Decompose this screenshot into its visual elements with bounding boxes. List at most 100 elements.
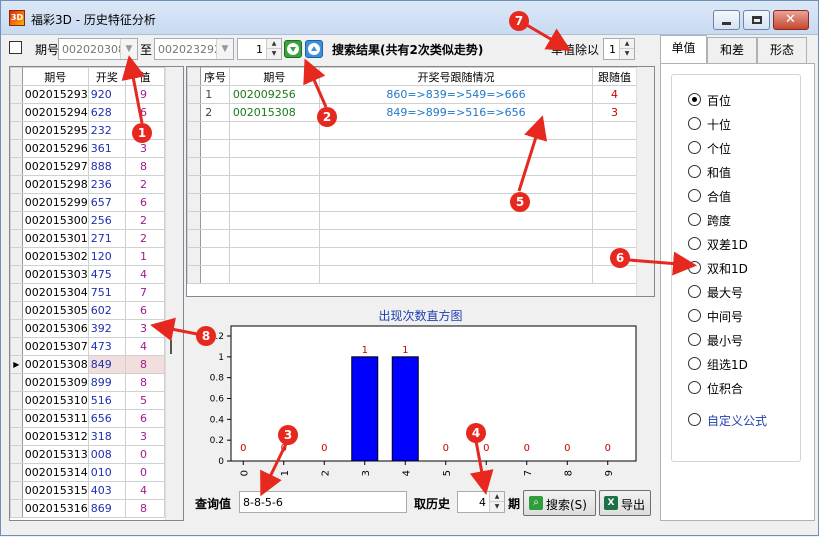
table-row[interactable]: ▶ 002015308 849 8 xyxy=(10,355,166,374)
table-row[interactable]: 002015316 869 8 xyxy=(10,499,166,518)
query-input[interactable]: 8-8-5-6 xyxy=(239,491,407,513)
draw-cell: 516 xyxy=(87,391,126,410)
radio-circle-icon[interactable] xyxy=(688,333,701,346)
table-row[interactable]: 002015314 010 0 xyxy=(10,463,166,482)
follow-cell: 849=>899=>516=>656 xyxy=(319,103,593,122)
table-row[interactable]: 002015303 475 4 xyxy=(10,265,166,284)
table-row[interactable]: 002015304 751 7 xyxy=(10,283,166,302)
divide-stepper[interactable]: 1 ▲ ▼ xyxy=(603,38,635,60)
annotation-8: 8 xyxy=(196,326,216,346)
tab-panel: 百位 十位 个位 和值 合值 跨度 双差1D 双和1D 最大号 中间号 最小号 组选1D 位积合 自定义公… xyxy=(660,63,815,521)
follow-value-cell: 4 xyxy=(591,85,638,104)
export-button[interactable]: X 导出 xyxy=(599,490,651,516)
maximize-button[interactable] xyxy=(743,10,770,30)
radio-circle-icon[interactable] xyxy=(688,93,701,106)
table-row[interactable]: 002015315 403 4 xyxy=(10,481,166,500)
chevron-down-icon[interactable]: ▼ xyxy=(120,39,137,59)
radio-circle-icon[interactable] xyxy=(688,189,701,202)
col-draw[interactable]: 开奖 xyxy=(87,67,126,86)
up-arrow-button[interactable] xyxy=(305,40,323,58)
table-row[interactable]: 002015313 008 0 xyxy=(10,445,166,464)
empty-cell xyxy=(319,121,593,140)
radio-circle-icon[interactable] xyxy=(688,165,701,178)
draw-cell: 361 xyxy=(87,139,126,158)
history-up-icon[interactable]: ▲ xyxy=(489,492,504,502)
result-row[interactable]: 2 002015308 849=>899=>516=>656 3 xyxy=(187,103,638,122)
close-button[interactable]: ✕ xyxy=(773,10,809,30)
title-bar[interactable]: 3D 福彩3D - 历史特征分析 ✕ xyxy=(1,1,818,35)
y-tick-label: 1 xyxy=(218,353,224,363)
draw-cell: 256 xyxy=(87,211,126,230)
table-row[interactable]: 002015309 899 8 xyxy=(10,373,166,392)
radio-label: 位积合 xyxy=(707,382,744,396)
table-row[interactable]: 002015300 256 2 xyxy=(10,211,166,230)
table-row[interactable]: 002015306 392 3 xyxy=(10,319,166,338)
tab-sum-diff[interactable]: 和差 xyxy=(707,37,757,63)
divide-up-icon[interactable]: ▲ xyxy=(619,39,634,49)
result-scrollbar[interactable] xyxy=(636,67,654,296)
tab-shape[interactable]: 形态 xyxy=(757,37,807,63)
chevron-down-icon[interactable]: ▼ xyxy=(216,39,233,59)
value-cell: 7 xyxy=(124,283,166,302)
table-row[interactable]: 002015294 628 6 xyxy=(10,103,166,122)
col-period[interactable]: 期号 xyxy=(21,67,89,86)
period-cell: 002015312 xyxy=(21,427,89,446)
arrow-up-icon xyxy=(308,43,320,55)
radio-circle-icon[interactable] xyxy=(688,309,701,322)
col-follow[interactable]: 开奖号跟随情况 xyxy=(319,67,593,86)
step-stepper[interactable]: 1 ▲ ▼ xyxy=(237,38,282,60)
to-period-combo[interactable]: 002023292 ▼ xyxy=(154,38,234,60)
table-row[interactable]: 002015298 236 2 xyxy=(10,175,166,194)
period-cell: 002015307 xyxy=(21,337,89,356)
down-arrow-button[interactable] xyxy=(284,40,302,58)
table-row[interactable]: 002015305 602 6 xyxy=(10,301,166,320)
history-scrollbar[interactable] xyxy=(165,67,183,520)
divide-down-icon[interactable]: ▼ xyxy=(619,49,634,59)
bar-value-label: 0 xyxy=(524,443,530,454)
value-cell: 6 xyxy=(124,103,166,122)
search-button[interactable]: ⌕ 搜索(S) xyxy=(523,490,596,516)
table-row[interactable]: 002015299 657 6 xyxy=(10,193,166,212)
radio-circle-icon[interactable] xyxy=(688,237,701,250)
table-row[interactable]: 002015312 318 3 xyxy=(10,427,166,446)
radio-circle-icon[interactable] xyxy=(688,213,701,226)
table-row[interactable]: 002015307 473 4 xyxy=(10,337,166,356)
radio-circle-icon[interactable] xyxy=(688,141,701,154)
radio-circle-icon[interactable] xyxy=(688,357,701,370)
period-cell: 002015310 xyxy=(21,391,89,410)
minimize-button[interactable] xyxy=(713,10,740,30)
scroll-thumb[interactable] xyxy=(170,340,172,354)
period-filter-checkbox[interactable] xyxy=(9,41,22,54)
radio-circle-icon[interactable] xyxy=(688,285,701,298)
table-row[interactable]: 002015293 920 9 xyxy=(10,85,166,104)
radio-circle-icon[interactable] xyxy=(688,117,701,130)
step-down-icon[interactable]: ▼ xyxy=(266,49,281,59)
table-row[interactable]: 002015310 516 5 xyxy=(10,391,166,410)
from-period-combo[interactable]: 002020308 ▼ xyxy=(58,38,138,60)
table-row[interactable]: 002015297 888 8 xyxy=(10,157,166,176)
result-row[interactable]: 1 002009256 860=>839=>549=>666 4 xyxy=(187,85,638,104)
table-row[interactable]: 002015301 271 2 xyxy=(10,229,166,248)
radio-label: 合值 xyxy=(707,190,732,204)
table-row[interactable]: 002015311 656 6 xyxy=(10,409,166,428)
col-follow-value[interactable]: 跟随值 xyxy=(591,67,638,86)
step-up-icon[interactable]: ▲ xyxy=(266,39,281,49)
empty-cell xyxy=(228,265,321,284)
result-table[interactable]: 序号 期号 开奖号跟随情况 跟随值 1 002009256 860=>839=>54… xyxy=(186,66,655,297)
radio-circle-icon[interactable] xyxy=(688,413,701,426)
row-indicator xyxy=(10,463,23,482)
history-table[interactable]: 期号 开奖 值 002015293 920 9 002015294 628 6 002015… xyxy=(9,66,184,521)
y-tick-label: 0 xyxy=(218,457,224,467)
empty-cell xyxy=(228,193,321,212)
col-value[interactable]: 值 xyxy=(124,67,166,86)
radio-circle-icon[interactable] xyxy=(688,381,701,394)
col-index[interactable]: 序号 xyxy=(200,67,230,86)
row-indicator xyxy=(10,319,23,338)
col-result-period[interactable]: 期号 xyxy=(228,67,321,86)
tab-single[interactable]: 单值 xyxy=(660,35,707,63)
table-row[interactable]: 002015302 120 1 xyxy=(10,247,166,266)
history-stepper[interactable]: 4 ▲ ▼ xyxy=(457,491,505,513)
radio-circle-icon[interactable] xyxy=(688,261,701,274)
empty-cell xyxy=(319,211,593,230)
history-down-icon[interactable]: ▼ xyxy=(489,502,504,512)
